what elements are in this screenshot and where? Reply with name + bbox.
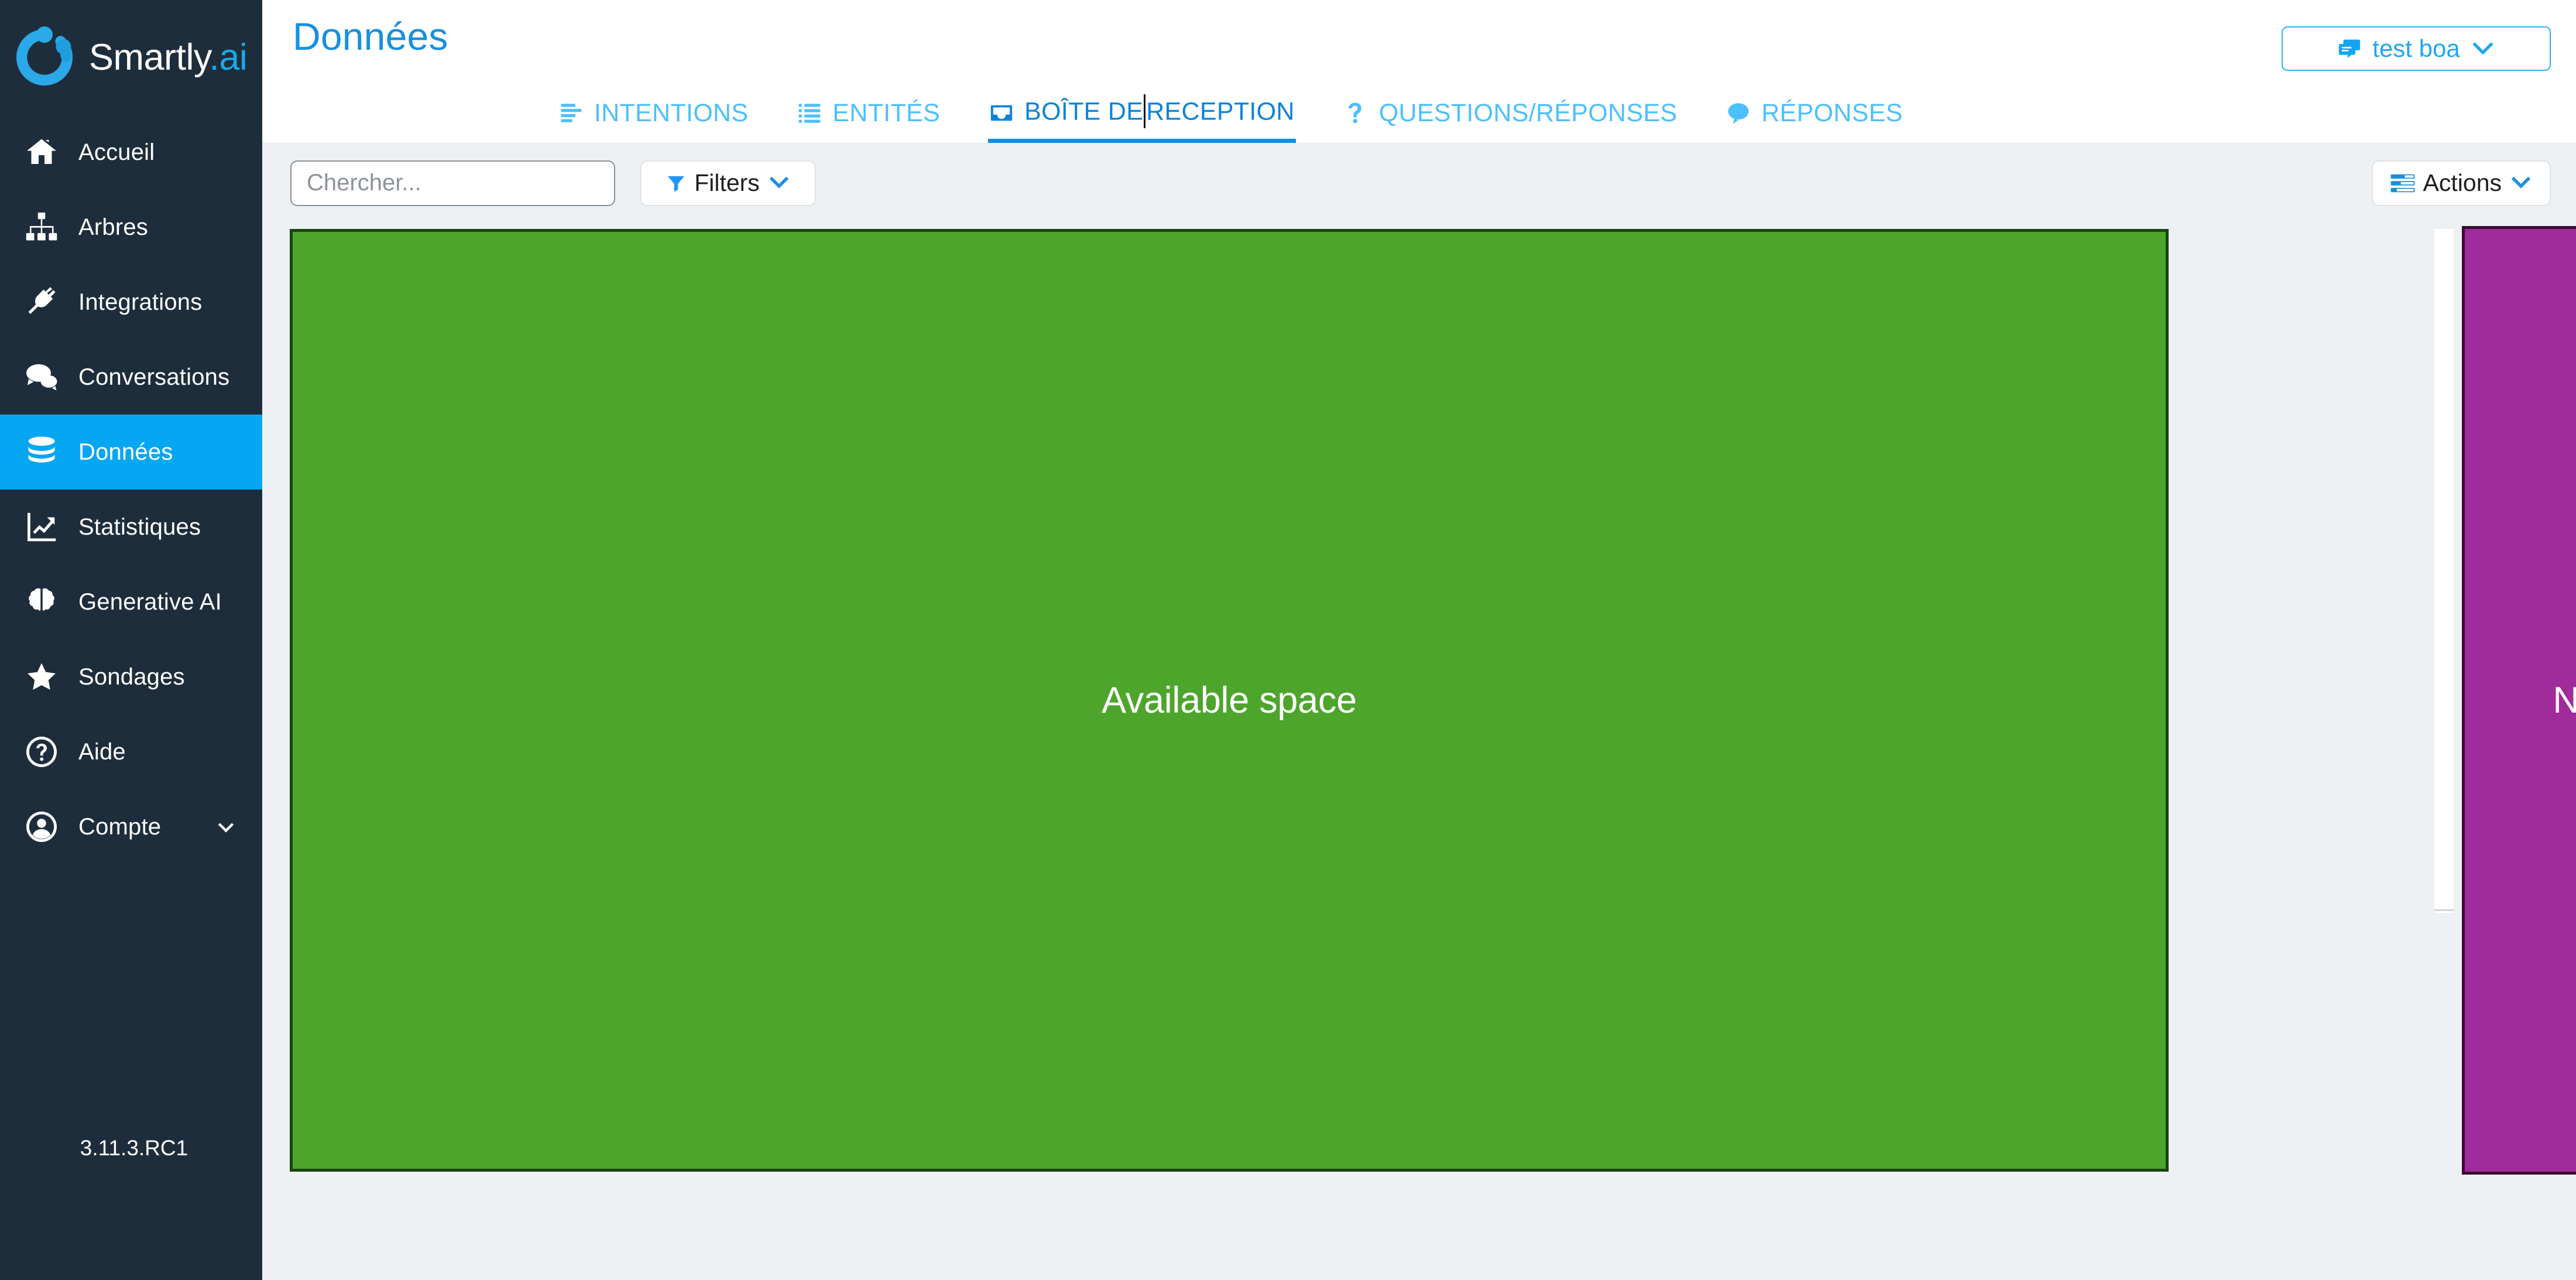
tab-label: QUESTIONS/RÉPONSES (1378, 98, 1678, 127)
tab-label: ENTITÉS (832, 98, 941, 127)
sidebar-item-conversations[interactable]: Conversations (0, 340, 262, 415)
page-title: Données (293, 15, 448, 58)
sidebar-item-label: Données (78, 439, 173, 465)
chevron-down-icon[interactable] (2471, 40, 2495, 58)
sidebar-item-label: Statistiques (78, 514, 201, 540)
tab-label: RÉPONSES (1761, 98, 1903, 127)
tab-label: INTENTIONS (594, 98, 749, 127)
sidebar-item-sondages[interactable]: Sondages (0, 639, 262, 714)
star-icon (22, 658, 61, 696)
chevron-down-icon[interactable] (214, 815, 238, 838)
align-left-icon (559, 101, 584, 125)
question-circle-icon (22, 733, 61, 771)
available-space-panel[interactable]: Available space (290, 229, 2169, 1172)
vertical-scrollbar[interactable] (2434, 229, 2454, 1172)
funnel-icon (666, 173, 686, 193)
chart-line-icon (22, 508, 61, 546)
tab-reponses[interactable]: RÉPONSES (1725, 91, 1903, 143)
sidebar-item-label: Conversations (78, 364, 230, 390)
app-root: Smartly.ai Accueil Arbres Integrations C… (0, 0, 2576, 1280)
comment-icon (1726, 101, 1751, 125)
tab-intentions[interactable]: INTENTIONS (558, 91, 749, 143)
bot-selector-label: test boa (2372, 35, 2460, 62)
brand[interactable]: Smartly.ai (0, 0, 262, 115)
topbar: Données test boa INTENTIONS ENTITÉS BOÎT… (262, 0, 2576, 143)
sidebar-nav: Accueil Arbres Integrations Conversation… (0, 115, 262, 864)
sidebar-item-compte[interactable]: Compte (0, 789, 262, 864)
tab-bar: INTENTIONS ENTITÉS BOÎTE DE RECEPTION QU… (262, 90, 2576, 143)
actions-label: Actions (2423, 169, 2502, 196)
chevron-down-icon (2510, 174, 2532, 191)
brand-name: Smartly.ai (89, 37, 248, 78)
sidebar-item-donnees[interactable]: Données (0, 415, 262, 490)
home-icon (22, 133, 61, 172)
sidebar-item-label: Generative AI (78, 588, 222, 615)
sidebar-item-label: Integrations (78, 289, 203, 315)
smartly-logo-icon (13, 26, 76, 89)
filters-button[interactable]: Filters (640, 160, 816, 206)
new-space-panel[interactable]: New space! (2462, 226, 2576, 1175)
sitemap-icon (22, 208, 61, 247)
search-input[interactable] (290, 160, 615, 206)
sidebar-item-label: Accueil (78, 139, 155, 165)
brain-icon (22, 583, 61, 621)
database-icon (22, 433, 61, 471)
list-bars-icon (2390, 173, 2415, 193)
sidebar-item-statistiques[interactable]: Statistiques (0, 490, 262, 564)
tab-boite-de-reception[interactable]: BOÎTE DE RECEPTION (988, 91, 1296, 143)
tab-entites[interactable]: ENTITÉS (796, 91, 941, 143)
sidebar-item-label: Aide (78, 738, 126, 765)
inbox-icon (989, 101, 1014, 125)
available-space-label: Available space (1102, 680, 1357, 721)
sidebar-item-aide[interactable]: Aide (0, 714, 262, 789)
sidebar: Smartly.ai Accueil Arbres Integrations C… (0, 0, 262, 1280)
sidebar-item-generative-ai[interactable]: Generative AI (0, 564, 262, 639)
bot-selector-button[interactable]: test boa (2282, 26, 2551, 71)
list-icon (797, 101, 822, 125)
tab-questions-reponses[interactable]: QUESTIONS/RÉPONSES (1343, 91, 1679, 143)
filters-label: Filters (694, 169, 760, 196)
sidebar-item-accueil[interactable]: Accueil (0, 115, 262, 190)
app-version: 3.11.3.RC1 (80, 1136, 188, 1160)
chevron-down-icon (768, 174, 790, 191)
actions-button[interactable]: Actions (2371, 160, 2551, 206)
sidebar-item-integrations[interactable]: Integrations (0, 265, 262, 340)
chat-stack-icon (2337, 36, 2362, 61)
scrollbar-thumb[interactable] (2434, 229, 2454, 911)
sidebar-item-arbres[interactable]: Arbres (0, 190, 262, 265)
sidebar-item-label: Compte (78, 813, 162, 840)
new-space-label: New space! (2553, 680, 2576, 721)
sidebar-item-label: Sondages (78, 663, 185, 690)
tab-label: BOÎTE DE RECEPTION (1024, 94, 1295, 130)
scrollbar-track[interactable] (2434, 913, 2454, 1172)
main-area: Données test boa INTENTIONS ENTITÉS BOÎT… (262, 0, 2576, 1280)
plug-icon (22, 283, 61, 321)
user-circle-icon (22, 807, 61, 846)
content-area: Available space New space! (262, 223, 2576, 1280)
text-caret (1144, 94, 1146, 128)
sidebar-item-label: Arbres (78, 214, 149, 240)
toolbar: Filters Actions (262, 143, 2576, 223)
chat-bubbles-icon (22, 358, 61, 396)
question-mark-icon (1344, 101, 1368, 125)
